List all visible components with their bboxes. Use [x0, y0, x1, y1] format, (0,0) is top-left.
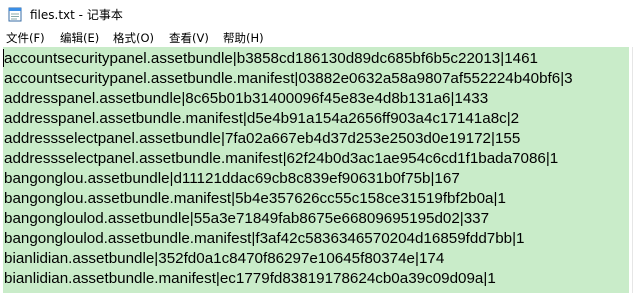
- text-line[interactable]: addressselectpanel.assetbundle.manifest|…: [4, 149, 559, 169]
- text-line[interactable]: bangongloulod.assetbundle|55a3e71849fab8…: [4, 209, 490, 229]
- notepad-icon: [8, 7, 22, 22]
- text-line[interactable]: accountsecuritypanel.assetbundle.manifes…: [4, 69, 573, 89]
- text-line[interactable]: bianlidian.assetbundle.manifest|ec1779fd…: [4, 269, 496, 289]
- menu-bar: 文件(F) 编辑(E) 格式(O) 查看(V) 帮助(H): [0, 28, 643, 48]
- text-line[interactable]: addresspanel.assetbundle.manifest|d5e4b9…: [4, 109, 520, 129]
- text-line[interactable]: bangonglou.assetbundle.manifest|5b4e3576…: [4, 189, 506, 209]
- text-line[interactable]: addresspanel.assetbundle|8c65b01b3140009…: [4, 89, 489, 109]
- text-line[interactable]: bangongloulod.assetbundle.manifest|f3af4…: [4, 229, 525, 249]
- title-bar: files.txt - 记事本: [0, 0, 643, 28]
- window-title: files.txt - 记事本: [30, 8, 123, 22]
- text-pane[interactable]: accountsecuritypanel.assetbundle|b3858cd…: [0, 47, 633, 293]
- menu-format[interactable]: 格式(O): [113, 30, 154, 46]
- editor-area[interactable]: accountsecuritypanel.assetbundle|b3858cd…: [0, 47, 643, 293]
- menu-file[interactable]: 文件(F): [6, 30, 45, 46]
- text-line[interactable]: accountsecuritypanel.assetbundle|b3858cd…: [4, 49, 538, 69]
- vertical-scrollbar[interactable]: [632, 47, 643, 293]
- text-line[interactable]: bangonglou.assetbundle|d11121ddac69cb8c8…: [4, 169, 460, 189]
- menu-view[interactable]: 查看(V): [169, 30, 209, 46]
- menu-help[interactable]: 帮助(H): [223, 30, 264, 46]
- menu-edit[interactable]: 编辑(E): [60, 30, 99, 46]
- text-line[interactable]: bianlidian.assetbundle|352fd0a1c8470f862…: [4, 249, 445, 269]
- text-line[interactable]: addressselectpanel.assetbundle|7fa02a667…: [4, 129, 521, 149]
